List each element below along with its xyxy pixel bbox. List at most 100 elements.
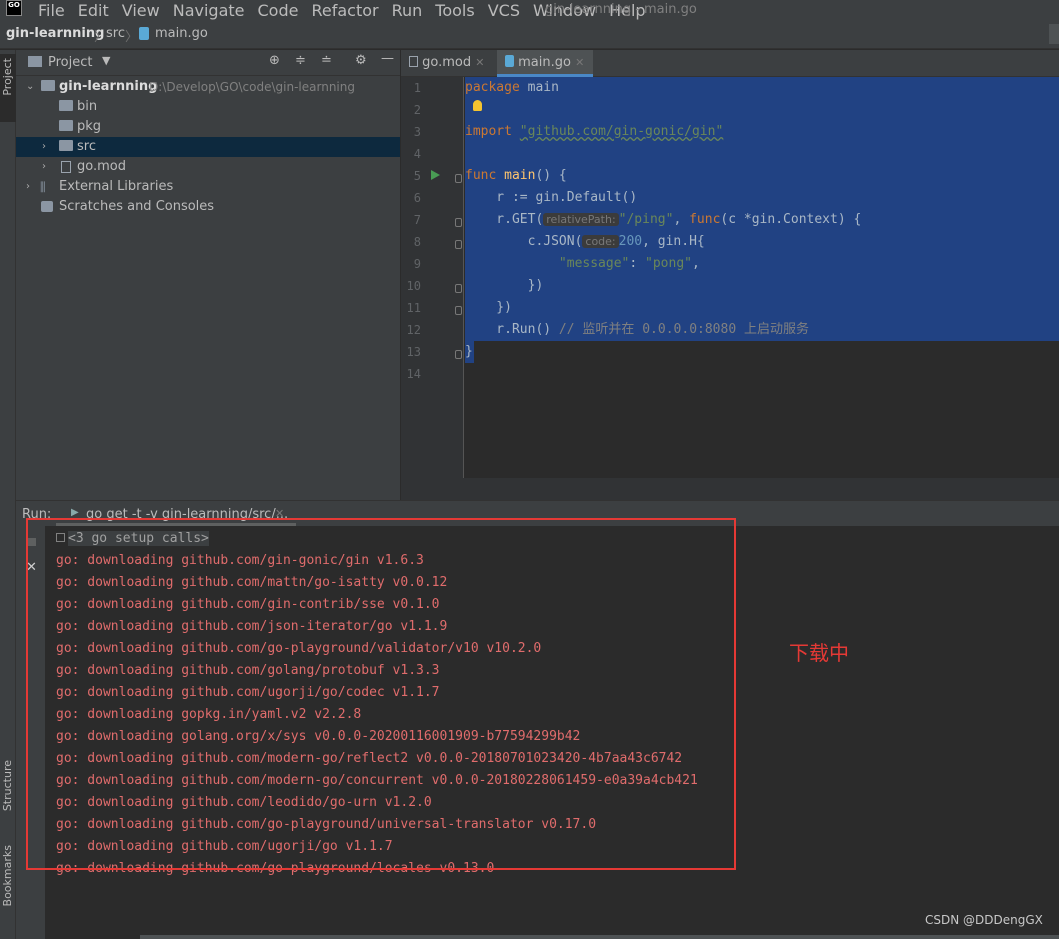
- line-number: 1: [413, 81, 421, 95]
- line-number: 2: [413, 103, 421, 117]
- project-folder-icon: [28, 56, 42, 67]
- status-scrollbar[interactable]: [140, 935, 1059, 939]
- editor-horizontal-scroll-area[interactable]: [401, 478, 1059, 500]
- line-number: 11: [406, 301, 421, 315]
- fold-icon[interactable]: [455, 218, 462, 227]
- line-number: 3: [413, 125, 421, 139]
- watermark: CSDN @DDDengGX: [925, 913, 1043, 927]
- menu-tools[interactable]: Tools: [435, 1, 474, 20]
- tree-item-go-mod[interactable]: › go.mod: [16, 157, 400, 177]
- code-text: , gin.H{: [642, 234, 705, 249]
- line-number: 4: [413, 147, 421, 161]
- code-line-13: }: [465, 344, 473, 359]
- menu-code[interactable]: Code: [258, 1, 299, 20]
- code-line-10: }): [465, 278, 544, 293]
- code-line-3: import "github.com/gin-gonic/gin": [465, 121, 723, 143]
- go-file-icon: [505, 55, 514, 67]
- folder-icon: [41, 80, 55, 91]
- tree-item-pkg[interactable]: pkg: [16, 117, 400, 137]
- code-line-7: r.GET(relativePath: "/ping", func(c *gin.…: [465, 209, 861, 231]
- menu-vcs[interactable]: VCS: [488, 1, 520, 20]
- expand-all-icon[interactable]: ≑: [295, 53, 306, 68]
- tree-item-label: bin: [77, 99, 98, 114]
- collapse-all-icon[interactable]: ≐: [321, 53, 332, 68]
- code-keyword: import: [465, 124, 512, 139]
- menu-file[interactable]: File: [38, 1, 65, 20]
- fold-icon[interactable]: [455, 240, 462, 249]
- code-text: ,: [673, 212, 690, 227]
- breadcrumb-file[interactable]: main.go: [155, 26, 208, 41]
- line-number: 7: [413, 213, 421, 227]
- menu-run[interactable]: Run: [392, 1, 423, 20]
- bookmarks-tool-tab[interactable]: Bookmarks: [1, 845, 14, 906]
- code-string: "github.com/gin-gonic/gin": [519, 124, 724, 139]
- project-panel-title[interactable]: Project: [48, 55, 92, 70]
- breadcrumb-separator-icon: 〉: [125, 30, 139, 45]
- nav-overflow: [1049, 24, 1059, 44]
- tree-item-root[interactable]: ⌄ gin-learnning D:\Develop\GO\code\gin-l…: [16, 77, 400, 97]
- tree-item-label: go.mod: [77, 159, 126, 174]
- menu-refactor[interactable]: Refactor: [311, 1, 378, 20]
- code-text: r.Run(): [465, 322, 559, 337]
- tree-item-bin[interactable]: bin: [16, 97, 400, 117]
- tab-label: main.go: [518, 55, 571, 70]
- annotation-highlight-box: [26, 518, 736, 870]
- locate-icon[interactable]: ⊕: [269, 53, 280, 68]
- close-icon[interactable]: ✕: [475, 56, 484, 69]
- line-number: 12: [406, 323, 421, 337]
- scratches-icon: [41, 201, 53, 212]
- view-dropdown-icon[interactable]: ▼: [102, 54, 110, 67]
- line-number: 13: [406, 345, 421, 359]
- fold-icon[interactable]: [455, 350, 462, 359]
- code-line-6: r := gin.Default(): [465, 190, 638, 205]
- minimize-icon[interactable]: —: [381, 51, 394, 66]
- close-icon[interactable]: ✕: [575, 56, 584, 69]
- chevron-right-icon[interactable]: ›: [42, 157, 52, 177]
- chevron-right-icon[interactable]: ›: [42, 137, 52, 157]
- line-number: 10: [406, 279, 421, 293]
- annotation-label: 下载中: [789, 641, 849, 665]
- line-number: 8: [413, 235, 421, 249]
- go-file-icon: [139, 27, 149, 40]
- tree-item-label: Scratches and Consoles: [59, 199, 215, 214]
- code-text: :: [629, 256, 646, 271]
- menu-view[interactable]: View: [122, 1, 160, 20]
- tab-go-mod[interactable]: go.mod ✕: [401, 50, 497, 77]
- project-tool-label: Project: [1, 58, 14, 96]
- code-line-9: "message": "pong",: [465, 253, 700, 275]
- gear-icon[interactable]: ⚙: [355, 53, 367, 68]
- run-gutter-icon[interactable]: [431, 170, 440, 180]
- project-panel-header: Project ▼ ⊕ ≑ ≐ ⚙ —: [16, 50, 400, 76]
- menu-navigate[interactable]: Navigate: [173, 1, 245, 20]
- fold-icon[interactable]: [455, 306, 462, 315]
- tree-root-label: gin-learnning: [59, 79, 158, 94]
- parameter-hint: code:: [582, 235, 619, 248]
- parameter-hint: relativePath:: [543, 213, 619, 226]
- editor-tab-bar: go.mod ✕ main.go ✕: [401, 50, 1059, 77]
- folder-icon: [59, 140, 73, 151]
- chevron-down-icon[interactable]: ⌄: [26, 77, 36, 97]
- menu-edit[interactable]: Edit: [78, 1, 109, 20]
- line-number: 9: [413, 257, 421, 271]
- fold-icon[interactable]: [455, 284, 462, 293]
- tree-item-src[interactable]: › src: [16, 137, 400, 157]
- folder-icon: [59, 120, 73, 131]
- fold-icon[interactable]: [455, 174, 462, 183]
- code-text: r.GET(: [465, 212, 544, 227]
- chevron-right-icon[interactable]: ›: [26, 177, 36, 197]
- structure-tool-tab[interactable]: Structure: [1, 760, 14, 811]
- lightbulb-icon[interactable]: [473, 100, 482, 111]
- breadcrumb-project[interactable]: gin-learnning: [6, 26, 104, 41]
- tree-item-label: src: [77, 139, 96, 154]
- tree-item-external-libraries[interactable]: › ⫼ External Libraries: [16, 177, 400, 197]
- tree-root-path: D:\Develop\GO\code\gin-learnning: [149, 80, 355, 94]
- tree-item-scratches[interactable]: Scratches and Consoles: [16, 197, 400, 217]
- breadcrumb-dir[interactable]: src: [106, 26, 125, 41]
- tab-main-go[interactable]: main.go ✕: [497, 50, 593, 77]
- code-text: (c *gin.Context) {: [720, 212, 862, 227]
- code-keyword: package: [465, 80, 520, 95]
- project-tool-tab[interactable]: Project: [0, 54, 16, 122]
- code-keyword: func: [465, 168, 497, 183]
- code-string: "message": [558, 256, 630, 271]
- line-number: 14: [406, 367, 421, 381]
